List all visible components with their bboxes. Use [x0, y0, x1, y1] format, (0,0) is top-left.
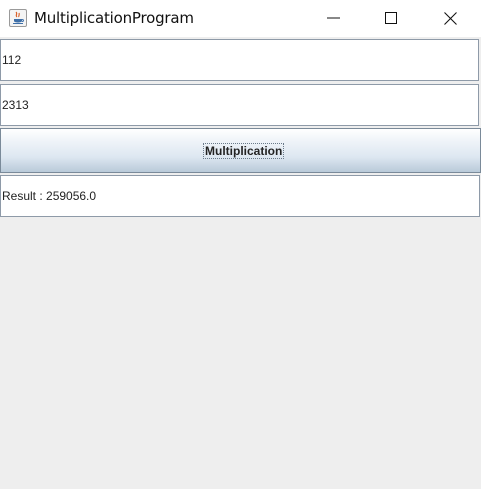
window-title: MultiplicationProgram [34, 9, 194, 27]
java-icon [9, 9, 27, 27]
second-number-field[interactable] [0, 84, 479, 126]
close-icon [444, 12, 457, 25]
result-panel: Result : 259056.0 [0, 175, 480, 217]
multiplication-button-label: Multiplication [203, 143, 285, 159]
second-number-input[interactable] [2, 85, 462, 125]
title-bar[interactable]: MultiplicationProgram [0, 0, 481, 37]
close-button[interactable] [426, 0, 476, 37]
minimize-button[interactable] [309, 0, 359, 37]
minimize-icon [327, 17, 340, 19]
multiplication-button[interactable]: Multiplication [0, 128, 481, 173]
maximize-button[interactable] [367, 0, 417, 37]
first-number-field[interactable] [0, 39, 479, 81]
first-number-input[interactable] [2, 40, 462, 80]
result-label: Result : 259056.0 [2, 189, 97, 203]
maximize-icon [385, 12, 397, 24]
